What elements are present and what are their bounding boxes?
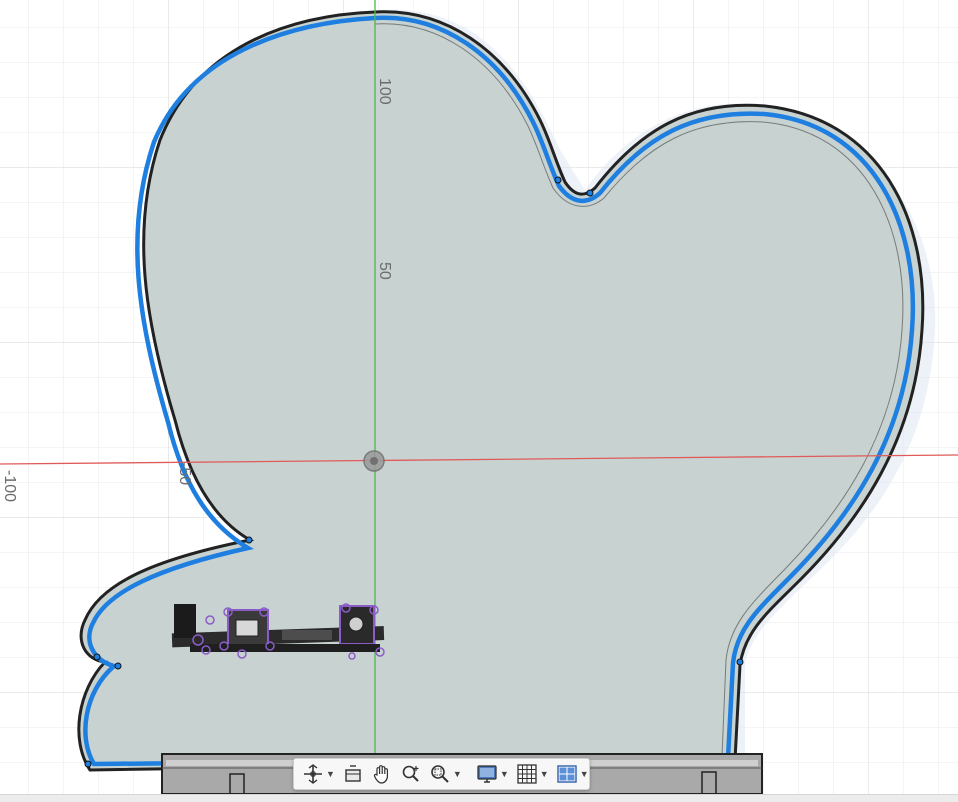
viewports-icon bbox=[556, 765, 577, 783]
orbit-dropdown-caret[interactable]: ▼ bbox=[326, 769, 335, 779]
grid-snaps-button[interactable]: ▼ bbox=[514, 761, 551, 787]
display-settings-button[interactable]: ▼ bbox=[474, 761, 511, 787]
zoom-window-button[interactable]: ▼ bbox=[427, 761, 464, 787]
look-at-button[interactable] bbox=[340, 761, 366, 787]
canvas-scene[interactable]: 100 50 -100 -50 bbox=[0, 0, 958, 802]
orbit-button[interactable]: ▼ bbox=[300, 761, 337, 787]
look-at-icon bbox=[345, 765, 361, 782]
viewports-dropdown-caret[interactable]: ▼ bbox=[580, 769, 589, 779]
navigation-toolbar: ▼ ▼ ▼ ▼ ▼ bbox=[293, 758, 590, 790]
zoom-icon bbox=[402, 765, 419, 782]
pan-button[interactable] bbox=[369, 761, 395, 787]
display-settings-icon bbox=[477, 765, 497, 783]
grid-snaps-dropdown-caret[interactable]: ▼ bbox=[540, 769, 549, 779]
pan-hand-icon bbox=[373, 765, 388, 784]
axis-label-y-100: 100 bbox=[376, 78, 393, 105]
viewports-button[interactable]: ▼ bbox=[554, 761, 591, 787]
design-canvas[interactable]: 100 50 -100 -50 ▼ ▼ ▼ ▼ ▼ bbox=[0, 0, 958, 802]
display-settings-dropdown-caret[interactable]: ▼ bbox=[500, 769, 509, 779]
axis-label-x-neg50: -50 bbox=[176, 462, 193, 485]
bottom-status-strip bbox=[0, 794, 958, 802]
axis-label-x-neg100: -100 bbox=[1, 470, 18, 502]
zoom-button[interactable] bbox=[398, 761, 424, 787]
origin-point[interactable] bbox=[363, 450, 385, 472]
zoom-window-dropdown-caret[interactable]: ▼ bbox=[453, 769, 462, 779]
axis-label-y-50: 50 bbox=[376, 262, 393, 280]
orbit-icon bbox=[304, 764, 322, 784]
grid-icon bbox=[517, 764, 537, 784]
zoom-window-icon bbox=[431, 765, 449, 783]
